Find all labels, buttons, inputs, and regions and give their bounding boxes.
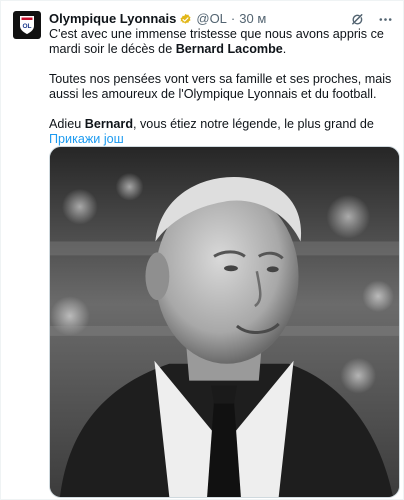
show-more-link[interactable]: Прикажи још — [49, 132, 124, 146]
author-handle[interactable]: @OL — [196, 10, 227, 28]
header-actions — [349, 10, 393, 28]
tweet-text: C'est avec une immense tristesse que nou… — [49, 27, 394, 147]
tweet-card[interactable]: OL Olympique Lyonnais @OL · 30 м C'est a… — [0, 0, 404, 500]
ol-crest-logo: OL — [20, 16, 34, 34]
tweet-paragraph-1: C'est avec une immense tristesse que nou… — [49, 27, 384, 57]
more-options-icon[interactable] — [377, 11, 393, 27]
tweet-paragraph-3: Adieu Bernard, vous étiez notre légende,… — [49, 116, 374, 131]
grok-icon[interactable] — [349, 11, 365, 27]
portrait-photo — [50, 147, 399, 497]
tweet-paragraph-2: Toutes nos pensées vont vers sa famille … — [49, 71, 392, 102]
tweet-timestamp[interactable]: 30 м — [239, 10, 266, 28]
verified-badge-icon — [179, 13, 192, 26]
avatar-initials: OL — [22, 23, 31, 30]
separator-dot: · — [230, 11, 236, 26]
author-avatar[interactable]: OL — [13, 11, 41, 39]
tweet-photo[interactable] — [49, 146, 400, 498]
tweet-header: Olympique Lyonnais @OL · 30 м — [49, 10, 399, 28]
mention-bernard-lacombe: Bernard Lacombe — [175, 42, 283, 57]
author-name[interactable]: Olympique Lyonnais — [49, 10, 176, 28]
bold-bernard: Bernard — [84, 116, 134, 131]
